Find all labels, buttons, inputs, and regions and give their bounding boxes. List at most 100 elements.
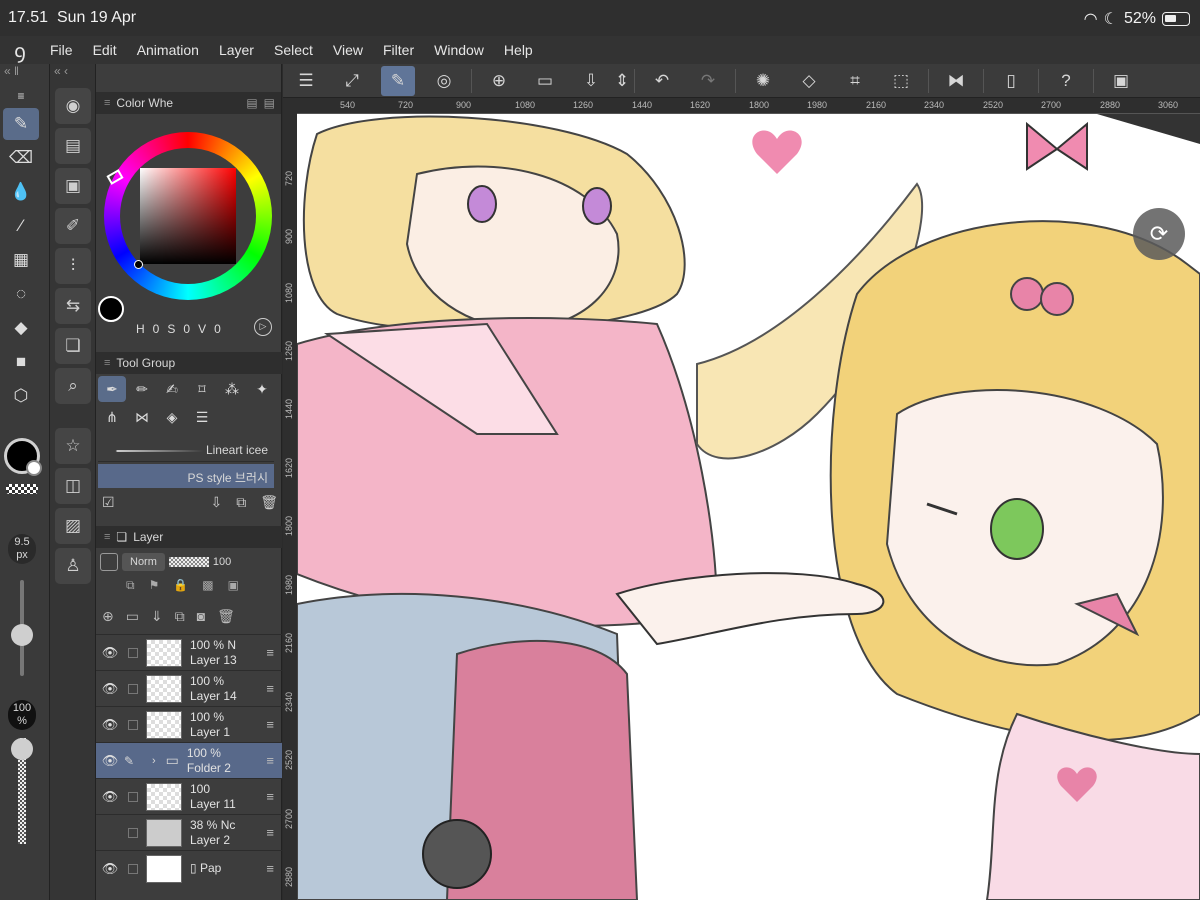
visibility-eye-icon[interactable]: 👁 xyxy=(96,753,124,769)
film-icon[interactable]: ▣ xyxy=(55,168,91,204)
layers-icon[interactable]: ❏ xyxy=(55,328,91,364)
gradient-tool-icon[interactable]: ■ xyxy=(3,346,39,378)
layer-menu-icon[interactable]: ≡ xyxy=(266,825,274,840)
menu-edit[interactable]: Edit xyxy=(83,42,127,58)
smartphone-icon[interactable]: ▯ xyxy=(994,66,1028,96)
eyedropper-tool-icon[interactable]: ⁄ xyxy=(3,210,39,242)
eraser-tool-icon[interactable]: ⌫ xyxy=(3,142,39,174)
fill-tool-icon[interactable]: ◆ xyxy=(3,312,39,344)
visibility-eye-icon[interactable]: 👁 xyxy=(96,789,124,805)
sub-color-swatch[interactable] xyxy=(26,460,42,476)
menu-file[interactable]: File xyxy=(40,42,83,58)
layer-menu-icon[interactable]: ≡ xyxy=(266,753,274,768)
grass-subtool-icon[interactable]: ⋔ xyxy=(98,404,126,430)
fullscreen-icon[interactable]: ⤢ xyxy=(335,66,369,96)
layer-color-toggle[interactable] xyxy=(100,553,118,571)
visibility-eye-icon[interactable]: 👁 xyxy=(96,717,124,733)
brush-item-lineart[interactable]: Lineart icee xyxy=(98,438,274,462)
layer-select-checkbox[interactable] xyxy=(128,863,138,874)
menu-animation[interactable]: Animation xyxy=(127,42,209,58)
layer-select-checkbox[interactable] xyxy=(128,683,138,694)
delete-layer-icon[interactable]: 🗑 xyxy=(217,608,235,625)
hue-marker[interactable] xyxy=(106,169,124,185)
layer-select-checkbox[interactable] xyxy=(128,719,138,730)
layer-select-checkbox[interactable] xyxy=(128,647,138,658)
edit-mode-icon[interactable]: ✎ xyxy=(381,65,415,96)
ribbon-subtool-icon[interactable]: ⋈ xyxy=(128,404,156,430)
menu-filter[interactable]: Filter xyxy=(373,42,424,58)
reference-icon[interactable]: ⚑ xyxy=(149,578,160,593)
brush-subtool-icon[interactable]: ✍ xyxy=(158,376,186,402)
duplicate-subtool-icon[interactable]: ⧉ xyxy=(236,494,246,511)
brush-property-icon[interactable]: ✐ xyxy=(55,208,91,244)
menu-select[interactable]: Select xyxy=(264,42,323,58)
layer-menu-icon[interactable]: ≡ xyxy=(266,645,274,660)
color-set-tab-icon[interactable]: ▤ xyxy=(246,96,257,110)
transparent-color-swatch[interactable] xyxy=(6,484,38,494)
mask-enable-icon[interactable]: ▣ xyxy=(228,578,239,593)
pattern-subtool-icon[interactable]: ◈ xyxy=(158,404,186,430)
image-icon[interactable]: ▨ xyxy=(55,508,91,544)
pen-tool-icon[interactable]: ✎ xyxy=(3,108,39,140)
redo-icon[interactable]: ↷ xyxy=(691,66,725,96)
opacity-slider-mini[interactable] xyxy=(168,557,209,567)
screen-settings-icon[interactable]: ▣ xyxy=(1104,66,1138,96)
brush-settings-icon[interactable]: ☑ xyxy=(102,494,115,511)
opacity-slider[interactable] xyxy=(11,738,33,844)
value-marker[interactable] xyxy=(134,260,143,269)
decoration-subtool-icon[interactable]: ⁂ xyxy=(218,376,246,402)
lock-icon[interactable]: 🔒 xyxy=(173,578,188,593)
layer-select-checkbox[interactable] xyxy=(128,827,138,838)
open-file-icon[interactable]: ▭ xyxy=(528,66,562,96)
layer-menu-icon[interactable]: ≡ xyxy=(266,789,274,804)
blend-mode-select[interactable]: Norm xyxy=(122,553,165,571)
save-icon[interactable]: ⇩ xyxy=(574,66,608,96)
visibility-eye-icon[interactable]: 👁 xyxy=(96,861,124,877)
help-icon[interactable]: ? xyxy=(1049,66,1083,96)
airbrush-subtool-icon[interactable]: ⌑ xyxy=(188,376,216,402)
current-color-chip[interactable] xyxy=(98,296,124,322)
3d-object-tool-icon[interactable]: ⬡ xyxy=(3,380,39,412)
visibility-eye-icon[interactable]: 👁 xyxy=(96,681,124,697)
sparkle-subtool-icon[interactable]: ✦ xyxy=(248,376,276,402)
visibility-eye-icon[interactable]: 👁 xyxy=(96,645,124,661)
panel-collapse-icon[interactable]: « ‖ xyxy=(0,64,49,84)
layer-row-11[interactable]: 👁 100 Layer 11 ≡ xyxy=(96,778,282,814)
app-logo-icon[interactable]: ꝯ xyxy=(0,37,40,64)
lines-subtool-icon[interactable]: ☰ xyxy=(188,404,216,430)
layer-tab[interactable]: Layer xyxy=(133,530,163,544)
flip-horizontal-icon[interactable]: ⧓ xyxy=(939,66,973,96)
layer-row-14[interactable]: 👁 100 % Layer 14 ≡ xyxy=(96,670,282,706)
tool-group-tab[interactable]: Tool Group xyxy=(116,356,175,370)
rotate-view-button[interactable]: ⟳ xyxy=(1133,208,1185,260)
brush-size-slider[interactable] xyxy=(11,580,33,676)
folder-expand-icon[interactable]: › xyxy=(152,755,156,767)
delete-subtool-icon[interactable]: 🗑 xyxy=(260,494,278,511)
menu-window[interactable]: Window xyxy=(424,42,494,58)
layer-row-folder-2[interactable]: 👁 ✎ › ▭ 100 % Folder 2 ≡ xyxy=(96,742,282,778)
lock-transparent-icon[interactable]: ▩ xyxy=(202,578,213,593)
transform-icon[interactable]: ⬚ xyxy=(884,66,918,96)
figure-icon[interactable]: ♙ xyxy=(55,548,91,584)
mask-icon[interactable]: ◙ xyxy=(197,608,205,625)
camera-icon[interactable]: ◫ xyxy=(55,468,91,504)
layer-menu-icon[interactable]: ≡ xyxy=(266,861,274,876)
color-mode-toggle-icon[interactable]: ▷ xyxy=(254,318,272,336)
menu-lines-icon[interactable]: ≡ xyxy=(3,86,39,106)
saturation-value-square[interactable] xyxy=(140,168,236,264)
dock-collapse-icon[interactable]: « ‹ xyxy=(50,64,95,84)
crop-icon[interactable]: ⌗ xyxy=(838,66,872,96)
layer-search-icon[interactable]: ⌕ xyxy=(55,368,91,404)
clip-icon[interactable]: ⧉ xyxy=(126,578,135,593)
new-canvas-icon[interactable]: ⊕ xyxy=(482,66,516,96)
color-wheel-header[interactable]: ≡ Color Whe ▤ ▤ xyxy=(96,92,281,114)
layer-menu-icon[interactable]: ≡ xyxy=(266,717,274,732)
color-wheel-tab[interactable]: Color Whe xyxy=(116,96,173,110)
navigator-icon[interactable]: ◉ xyxy=(55,88,91,124)
star-icon[interactable]: ☆ xyxy=(55,428,91,464)
download-subtool-icon[interactable]: ⇩ xyxy=(210,494,222,511)
layer-row-1[interactable]: 👁 100 % Layer 1 ≡ xyxy=(96,706,282,742)
color-slider-tab-icon[interactable]: ▤ xyxy=(264,96,275,110)
hamburger-menu-icon[interactable]: ☰ xyxy=(289,66,323,96)
link-icon[interactable]: ⇆ xyxy=(55,288,91,324)
